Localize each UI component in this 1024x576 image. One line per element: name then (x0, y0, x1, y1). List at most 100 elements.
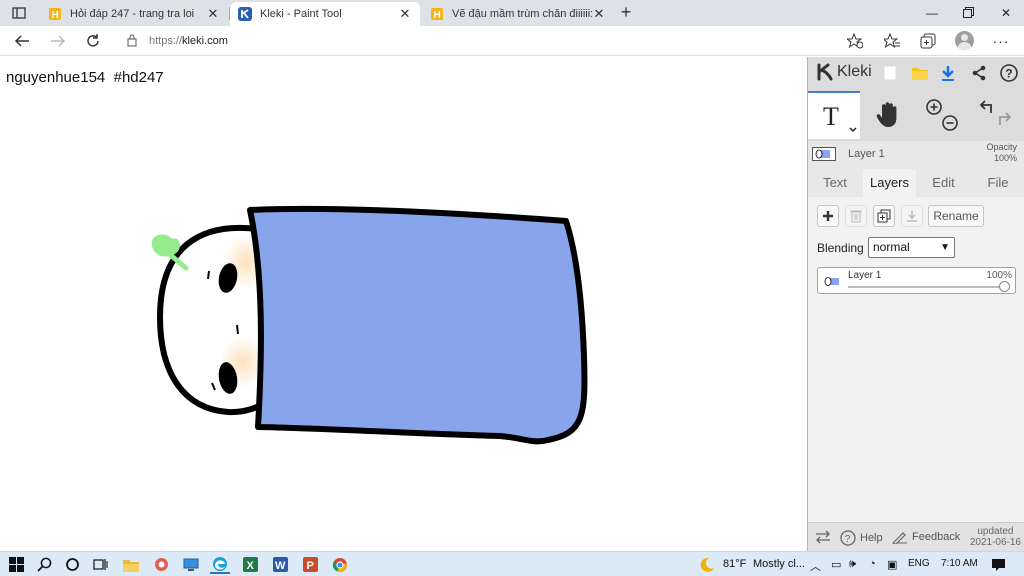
word-icon[interactable]: W (270, 555, 290, 574)
clock[interactable]: 7:10 AM (941, 558, 978, 569)
tab-vedau[interactable]: H Vẽ đậu mầm trùm chăn điiiiii:> ✕ (422, 2, 614, 26)
new-tab-button[interactable]: + (616, 3, 636, 23)
chevron-up-icon[interactable]: ︿ (810, 558, 821, 574)
favorites-icon[interactable] (882, 31, 902, 51)
svg-text:P: P (306, 560, 313, 572)
tab-edit[interactable]: Edit (917, 169, 970, 197)
cortana-icon[interactable] (62, 555, 82, 574)
url-field[interactable]: https://kleki.com (117, 29, 877, 53)
lock-icon (127, 34, 137, 50)
layer-thumbnail (812, 147, 836, 161)
svg-text:X: X (246, 560, 254, 572)
notifications-icon[interactable] (988, 555, 1008, 574)
more-menu-icon[interactable]: ··· (991, 31, 1011, 51)
network-icon[interactable]: ◔ (869, 558, 876, 570)
help-button[interactable]: ? Help (840, 530, 883, 546)
kleki-logo[interactable]: Kleki (816, 63, 872, 81)
chrome-icon[interactable] (330, 555, 350, 574)
close-tab-icon[interactable]: ✕ (398, 6, 412, 22)
layers-pane: Rename Blending normal ▼ Layer 1 100% (808, 197, 1024, 522)
excel-icon[interactable]: X (240, 555, 260, 574)
add-favorite-icon[interactable] (845, 31, 865, 51)
updated-label: updated (977, 526, 1014, 537)
text-tool-button[interactable]: T (808, 91, 860, 139)
edge-browser-icon[interactable] (210, 555, 230, 574)
hoidap-favicon-icon: H (430, 7, 444, 21)
duplicate-icon (877, 209, 891, 223)
add-layer-button[interactable] (817, 205, 839, 227)
display-icon[interactable]: ▣ (887, 558, 897, 571)
weather-temp[interactable]: 81°F (723, 558, 746, 570)
help-icon: ? (840, 530, 856, 546)
artwork (151, 205, 588, 445)
chevron-down-icon: ▼ (940, 242, 950, 253)
share-icon[interactable] (969, 63, 989, 83)
feedback-button[interactable]: Feedback (892, 530, 960, 544)
rename-button[interactable]: Rename (928, 205, 984, 227)
merge-down-icon (907, 211, 917, 222)
swap-sides-icon[interactable] (814, 530, 832, 544)
svg-text:W: W (275, 560, 286, 572)
powerpoint-icon[interactable]: P (300, 555, 320, 574)
tab-text[interactable]: Text (808, 169, 862, 197)
minimize-icon[interactable]: — (917, 3, 947, 23)
monitor-app-icon[interactable] (181, 555, 201, 574)
panel-top-bar: Kleki ? (808, 57, 1024, 89)
mouth (236, 324, 239, 335)
weather-moon-icon[interactable] (697, 555, 717, 574)
zoom-buttons[interactable] (916, 91, 968, 139)
svg-text:T: T (823, 102, 839, 131)
zoom-in-out-icon (926, 99, 958, 131)
close-tab-icon[interactable]: ✕ (592, 6, 606, 22)
svg-text:?: ? (845, 534, 851, 545)
tab-file[interactable]: File (971, 169, 1024, 197)
blending-label: Blending (817, 241, 864, 255)
close-tab-icon[interactable]: ✕ (206, 6, 220, 22)
current-layer-preview[interactable]: Layer 1 Opacity 100% (808, 141, 1024, 167)
layer-opacity: 100% (986, 270, 1012, 281)
update-info: updated 2021-06-16 (970, 526, 1021, 548)
drawing-canvas[interactable]: nguyenhue154 #hd247 (0, 57, 807, 551)
opacity-label: Opacity (986, 142, 1017, 152)
profile-avatar[interactable] (955, 31, 974, 50)
panel-footer: ? Help Feedback updated 2021-06-16 (808, 522, 1024, 551)
duplicate-layer-button[interactable] (873, 205, 895, 227)
battery-icon[interactable]: ▭ (831, 558, 841, 571)
weather-text[interactable]: Mostly cl... (753, 558, 805, 570)
tab-kleki[interactable]: Kleki - Paint Tool ✕ (230, 2, 420, 26)
svg-text:H: H (434, 10, 441, 21)
start-windows-icon[interactable] (6, 555, 26, 574)
forward-arrow-icon[interactable] (47, 30, 69, 52)
current-layer-name: Layer 1 (848, 148, 885, 160)
open-folder-icon[interactable] (910, 63, 930, 83)
tab-title: Kleki - Paint Tool (260, 8, 342, 20)
reload-icon[interactable] (82, 30, 104, 52)
task-view-icon[interactable] (90, 555, 110, 574)
layer-list-item[interactable]: Layer 1 100% (817, 267, 1016, 294)
close-window-icon[interactable]: ✕ (991, 3, 1021, 23)
restore-icon[interactable] (953, 3, 983, 23)
search-icon[interactable] (34, 555, 54, 574)
delete-layer-button[interactable] (845, 205, 867, 227)
store-app-icon[interactable] (151, 555, 171, 574)
hand-tool-button[interactable] (863, 91, 915, 139)
pen-icon (892, 532, 907, 544)
language-indicator[interactable]: ENG (908, 558, 930, 569)
volume-icon[interactable]: 🕪 (849, 558, 856, 571)
back-arrow-icon[interactable] (11, 30, 33, 52)
blending-select[interactable]: normal ▼ (868, 237, 955, 258)
download-icon[interactable] (938, 63, 958, 83)
tab-actions-icon[interactable] (6, 4, 32, 22)
undo-redo-buttons[interactable] (970, 91, 1022, 139)
help-circle-icon[interactable]: ? (999, 63, 1019, 83)
collections-icon[interactable] (918, 31, 938, 51)
file-explorer-icon[interactable] (121, 555, 141, 574)
tab-layers[interactable]: Layers (863, 169, 916, 197)
opacity-value: 100% (993, 153, 1017, 163)
tab-hoidap[interactable]: H Hỏi đáp 247 - trang tra loi ✕ (40, 2, 228, 26)
new-image-icon[interactable] (880, 63, 900, 83)
layer-opacity-slider[interactable] (848, 286, 1006, 288)
merge-down-button[interactable] (901, 205, 923, 227)
slider-handle[interactable] (999, 281, 1010, 292)
svg-text:?: ? (1005, 67, 1012, 81)
